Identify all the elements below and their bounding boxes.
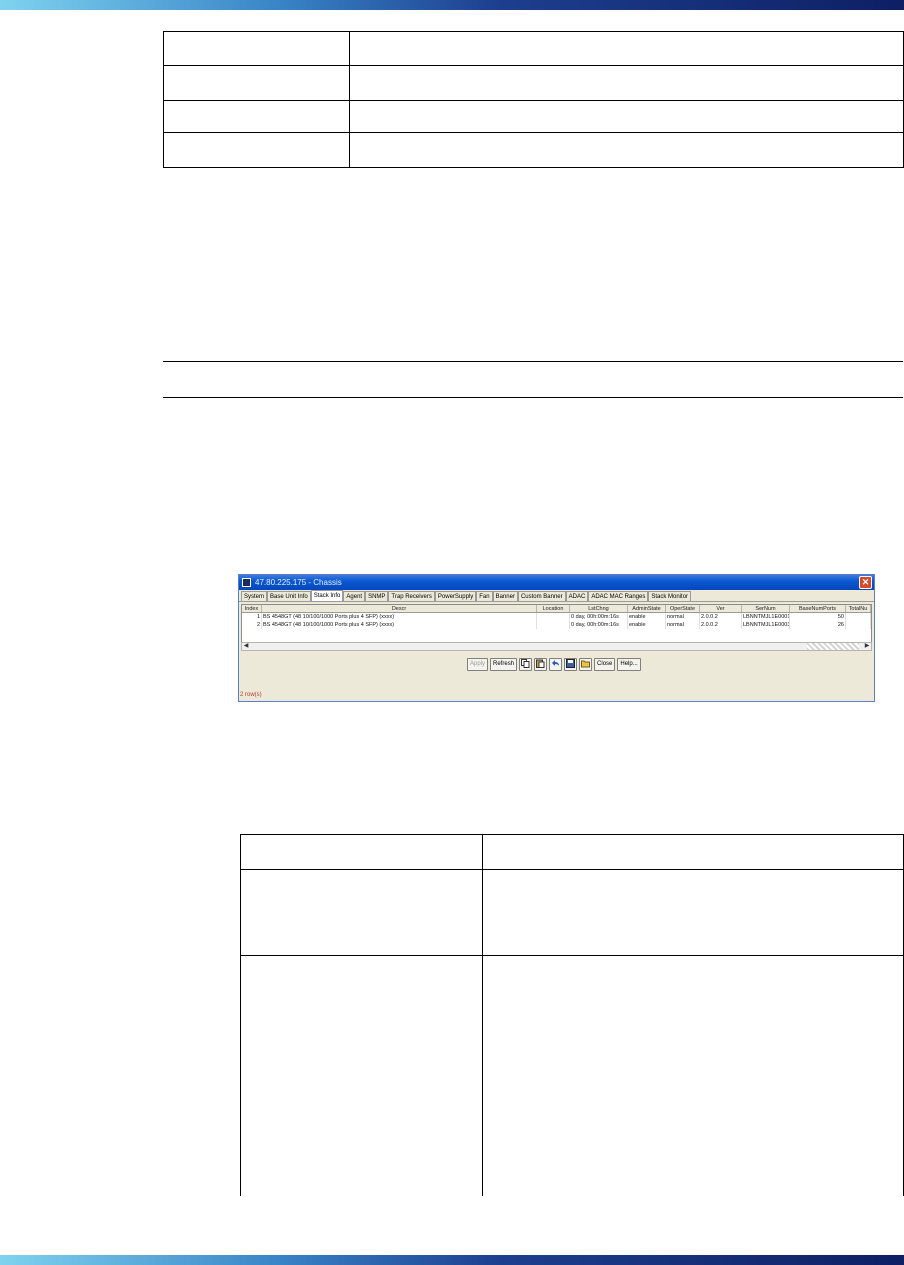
column-header[interactable]: AdminState [628, 605, 666, 612]
column-header[interactable]: Index [242, 605, 262, 612]
scroll-right-icon[interactable]: ▶ [863, 643, 871, 650]
grid-cell[interactable]: normal [666, 621, 700, 629]
tab-powersupply[interactable]: PowerSupply [434, 591, 477, 601]
column-header[interactable]: BaseNumPorts [790, 605, 846, 612]
grid-cell[interactable]: BS 4548GT (48 10/100/1000 Ports plus 4 S… [262, 621, 537, 629]
undo-icon[interactable] [549, 658, 563, 671]
grid-cell[interactable] [537, 621, 570, 629]
column-header[interactable]: LstChng [570, 605, 628, 612]
table-row[interactable]: 1 BS 4548GT (48 10/100/1000 Ports plus 4… [242, 613, 871, 621]
top-header-band [0, 0, 904, 10]
grid-cell[interactable] [846, 613, 871, 621]
horizontal-scrollbar[interactable]: ◀ ▶ [241, 642, 872, 651]
grid-cell[interactable]: 2.0.0.2 [700, 613, 742, 621]
save-icon[interactable] [564, 658, 578, 671]
tab-banner[interactable]: Banner [492, 591, 518, 601]
status-text: 2 row(s) [240, 692, 262, 698]
table-row [163, 31, 904, 66]
scroll-thumb[interactable] [807, 643, 859, 650]
tab-strip: System Base Unit Info Stack Info Agent S… [239, 590, 874, 602]
column-header[interactable]: OperState [666, 605, 700, 612]
app-icon [242, 578, 251, 587]
tab-stack-info[interactable]: Stack Info [310, 590, 344, 601]
column-header[interactable]: Ver [700, 605, 742, 612]
table-row [163, 65, 904, 101]
tab-trap-receivers[interactable]: Trap Receivers [388, 591, 435, 601]
window-toolbar: Apply Refresh Close Help... [467, 658, 641, 671]
window-titlebar[interactable]: 47.80.225.175 - Chassis ✕ [239, 575, 874, 590]
grid-cell[interactable]: LBNNTMJL1E0003 [742, 621, 790, 629]
close-icon[interactable]: ✕ [859, 576, 872, 589]
column-header[interactable]: Location [537, 605, 570, 612]
column-header[interactable]: Descr [262, 605, 537, 612]
paste-icon[interactable] [534, 658, 548, 671]
tab-snmp[interactable]: SNMP [365, 591, 389, 601]
tab-fan[interactable]: Fan [476, 591, 493, 601]
divider-rule [163, 361, 903, 362]
table-row[interactable]: 2 BS 4548GT (48 10/100/1000 Ports plus 4… [242, 621, 871, 629]
table-top [163, 31, 904, 168]
table-row [240, 955, 904, 1196]
grid-cell[interactable]: normal [666, 613, 700, 621]
window-title: 47.80.225.175 - Chassis [255, 578, 342, 587]
table-row [163, 100, 904, 133]
table-row [240, 834, 904, 870]
table-bottom [240, 834, 904, 1196]
tab-custom-banner[interactable]: Custom Banner [517, 591, 566, 601]
grid-cell[interactable]: 50 [790, 613, 846, 621]
grid-header: Index Descr Location LstChng AdminState … [242, 605, 871, 613]
close-button[interactable]: Close [594, 658, 616, 671]
copy-icon[interactable] [519, 658, 533, 671]
grid-cell[interactable]: LBNNTMJL1E0001 [742, 613, 790, 621]
apply-button[interactable]: Apply [467, 658, 489, 671]
grid-cell[interactable]: 1 [242, 613, 262, 621]
grid-cell[interactable]: enable [628, 613, 666, 621]
tab-adac[interactable]: ADAC [565, 591, 589, 601]
tab-adac-mac-ranges[interactable]: ADAC MAC Ranges [588, 591, 649, 601]
tab-stack-monitor[interactable]: Stack Monitor [648, 591, 692, 601]
grid-cell[interactable]: 0 day, 00h:00m:16s [570, 613, 628, 621]
table-row [240, 869, 904, 956]
grid-cell[interactable]: 2.0.0.2 [700, 621, 742, 629]
grid-cell[interactable]: 0 day, 00h:00m:16s [570, 621, 628, 629]
column-header[interactable]: SerNum [742, 605, 790, 612]
grid-cell[interactable]: enable [628, 621, 666, 629]
scroll-left-icon[interactable]: ◀ [242, 643, 250, 650]
refresh-button[interactable]: Refresh [490, 658, 518, 671]
tab-agent[interactable]: Agent [343, 591, 366, 601]
grid-cell[interactable]: BS 4548GT (48 10/100/1000 Ports plus 4 S… [262, 613, 537, 621]
tab-base-unit-info[interactable]: Base Unit Info [267, 591, 311, 601]
grid-cell[interactable] [537, 613, 570, 621]
column-header[interactable]: TotalNu [846, 605, 871, 612]
bottom-footer-band [0, 1255, 904, 1265]
chassis-window: 47.80.225.175 - Chassis ✕ System Base Un… [238, 574, 875, 702]
divider-rule [163, 397, 903, 398]
table-row [163, 132, 904, 168]
open-folder-icon[interactable] [579, 658, 593, 671]
grid-cell[interactable] [846, 621, 871, 629]
grid-cell[interactable]: 2 [242, 621, 262, 629]
stack-info-grid[interactable]: Index Descr Location LstChng AdminState … [241, 604, 872, 643]
tab-system[interactable]: System [241, 591, 268, 601]
help-button[interactable]: Help... [617, 658, 641, 671]
grid-cell[interactable]: 26 [790, 621, 846, 629]
